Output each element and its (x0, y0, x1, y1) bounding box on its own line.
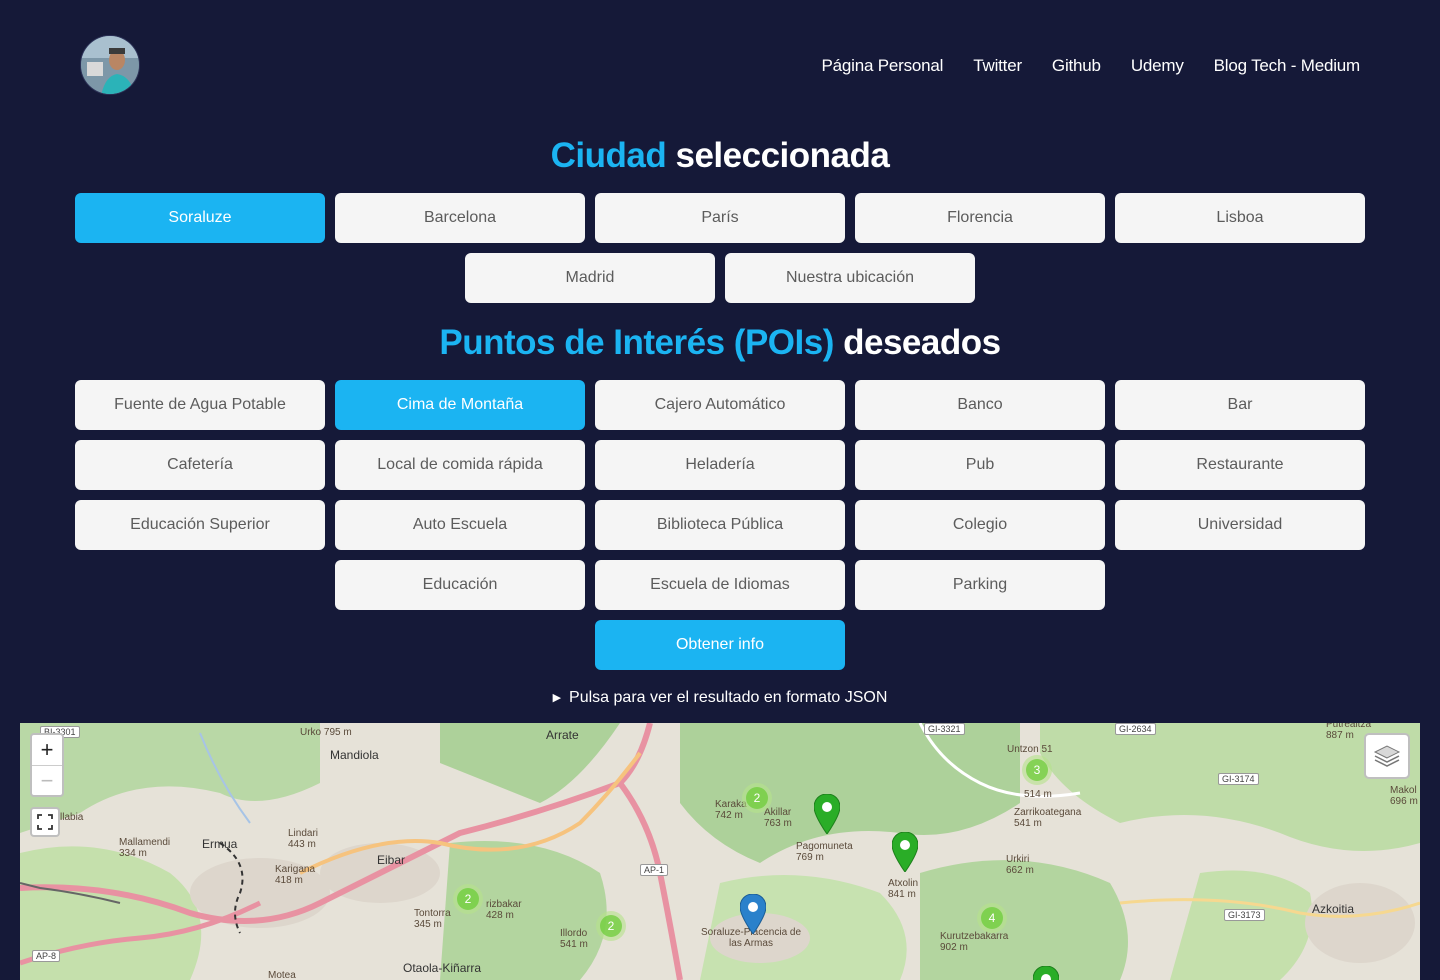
poi-button-higher-education[interactable]: Educación Superior (75, 500, 325, 550)
poi-button-restaurant[interactable]: Restaurante (1115, 440, 1365, 490)
place-label: Ermua (202, 837, 238, 851)
peak-label: rizbakar 428 m (486, 899, 522, 921)
map-marker-blue-icon[interactable] (740, 894, 766, 934)
city-section-title: Ciudad seleccionada (0, 136, 1440, 176)
peak-label: Illordo 541 m (560, 928, 588, 950)
city-button-florencia[interactable]: Florencia (855, 193, 1105, 243)
poi-button-university[interactable]: Universidad (1115, 500, 1365, 550)
poi-button-driving-school[interactable]: Auto Escuela (335, 500, 585, 550)
map-cluster[interactable]: 2 (596, 911, 626, 941)
cluster-count: 2 (746, 787, 768, 809)
peak-label: Urko 795 m (300, 727, 352, 738)
json-toggle-label: Pulsa para ver el resultado en formato J… (569, 689, 888, 706)
city-button-lisboa[interactable]: Lisboa (1115, 193, 1365, 243)
road-label: GI-3321 (924, 723, 965, 735)
nav-link-udemy[interactable]: Udemy (1131, 56, 1184, 76)
poi-section-title: Puntos de Interés (POIs) deseados (0, 323, 1440, 363)
peak-label: Urkiri 662 m (1006, 854, 1034, 876)
nav-link-personal-page[interactable]: Página Personal (821, 56, 943, 76)
place-label: Arrate (546, 728, 579, 742)
avatar[interactable] (80, 35, 140, 95)
top-nav: Página Personal Twitter Github Udemy Blo… (821, 56, 1360, 76)
map-marker-green-icon[interactable] (1033, 966, 1059, 980)
map-marker-green-icon[interactable] (892, 832, 918, 872)
map[interactable]: BI-3301 GI-3321 GI-2634 GI-3174 GI-3173 … (20, 723, 1420, 980)
poi-button-atm[interactable]: Cajero Automático (595, 380, 845, 430)
get-info-button[interactable]: Obtener info (595, 620, 845, 670)
poi-button-parking[interactable]: Parking (855, 560, 1105, 610)
cluster-count: 2 (600, 915, 622, 937)
cluster-count: 4 (981, 907, 1003, 929)
cluster-count: 2 (457, 888, 479, 910)
city-button-grid: Soraluze Barcelona París Florencia Lisbo… (75, 193, 1365, 303)
poi-button-education[interactable]: Educación (335, 560, 585, 610)
place-label: Azkoitia (1312, 902, 1355, 916)
road-label: AP-1 (640, 864, 669, 876)
peak-label: Akillar 763 m (764, 807, 792, 829)
poi-button-pub[interactable]: Pub (855, 440, 1105, 490)
peak-label: Mallamendi 334 m (119, 837, 171, 859)
poi-title-accent: Puntos de Interés (POIs) (439, 323, 834, 362)
city-button-barcelona[interactable]: Barcelona (335, 193, 585, 243)
poi-button-bank[interactable]: Banco (855, 380, 1105, 430)
layers-icon (1373, 745, 1401, 767)
poi-button-fast-food[interactable]: Local de comida rápida (335, 440, 585, 490)
map-cluster[interactable]: 2 (453, 884, 483, 914)
place-label: llabia (60, 812, 84, 823)
place-label: Mandiola (330, 748, 379, 762)
json-result-toggle[interactable]: ▶ Pulsa para ver el resultado en formato … (0, 689, 1440, 707)
city-button-paris[interactable]: París (595, 193, 845, 243)
peak-label: Makol 696 m (1390, 785, 1418, 807)
peak-label: Atxolin 841 m (888, 878, 919, 900)
peak-label: Motea (268, 970, 296, 980)
city-button-soraluze[interactable]: Soraluze (75, 193, 325, 243)
poi-button-library[interactable]: Biblioteca Pública (595, 500, 845, 550)
poi-button-language-school[interactable]: Escuela de Idiomas (595, 560, 845, 610)
poi-button-school[interactable]: Colegio (855, 500, 1105, 550)
nav-link-twitter[interactable]: Twitter (973, 56, 1022, 76)
zoom-in-button[interactable]: + (32, 735, 62, 765)
header: Página Personal Twitter Github Udemy Blo… (0, 0, 1440, 130)
poi-button-bar[interactable]: Bar (1115, 380, 1365, 430)
map-cluster[interactable]: 4 (977, 903, 1007, 933)
road-label: AP-8 (32, 950, 61, 962)
poi-button-cafe[interactable]: Cafetería (75, 440, 325, 490)
nav-link-blog-medium[interactable]: Blog Tech - Medium (1214, 56, 1361, 76)
nav-link-github[interactable]: Github (1052, 56, 1101, 76)
poi-button-drinking-water[interactable]: Fuente de Agua Potable (75, 380, 325, 430)
disclosure-triangle-icon: ▶ (552, 692, 562, 704)
place-label: Otaola-Kiñarra (403, 961, 482, 975)
peak-label: Kurutzebakarra 902 m (940, 931, 1009, 953)
poi-button-peak[interactable]: Cima de Montaña (335, 380, 585, 430)
poi-title-rest: deseados (843, 323, 1001, 362)
cluster-count: 3 (1026, 759, 1048, 781)
city-button-madrid[interactable]: Madrid (465, 253, 715, 303)
city-title-accent: Ciudad (550, 136, 667, 175)
road-label: GI-3173 (1224, 909, 1265, 921)
peak-label: Pagomuneta 769 m (796, 841, 853, 863)
zoom-out-button[interactable]: − (32, 765, 62, 795)
peak-label: Tontorra 345 m (414, 908, 451, 930)
map-marker-green-icon[interactable] (814, 794, 840, 834)
fullscreen-icon (37, 814, 53, 830)
road-label: GI-3174 (1218, 773, 1259, 785)
city-title-rest: seleccionada (675, 136, 890, 175)
peak-label: Zarrikoategana 541 m (1014, 807, 1082, 829)
peak-label: Karigana 418 m (275, 864, 316, 886)
peak-label: Lindari 443 m (288, 828, 319, 850)
map-cluster[interactable]: 3 (1022, 755, 1052, 785)
city-button-our-location[interactable]: Nuestra ubicación (725, 253, 975, 303)
map-cluster[interactable]: 2 (742, 783, 772, 813)
peak-label: 514 m (1024, 789, 1052, 800)
layers-button[interactable] (1364, 733, 1410, 779)
fullscreen-button[interactable] (30, 807, 60, 837)
poi-button-grid: Fuente de Agua Potable Cima de Montaña C… (75, 380, 1365, 610)
peak-label: Untzon 51 (1007, 744, 1053, 755)
place-label: Eibar (377, 853, 406, 867)
zoom-control: + − (30, 733, 64, 797)
poi-button-ice-cream[interactable]: Heladería (595, 440, 845, 490)
road-label: GI-2634 (1115, 723, 1156, 735)
